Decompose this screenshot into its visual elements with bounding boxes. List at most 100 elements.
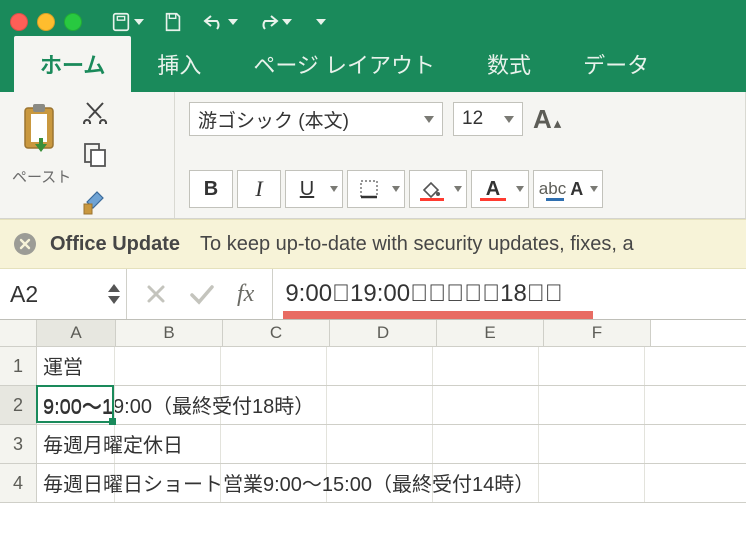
border-icon xyxy=(359,179,379,199)
tab-home[interactable]: ホーム xyxy=(14,36,131,92)
cell-b1[interactable] xyxy=(115,347,221,385)
column-header-c[interactable]: C xyxy=(223,320,330,346)
window-controls xyxy=(10,13,82,31)
chevron-down-icon xyxy=(424,116,434,123)
formula-highlight xyxy=(283,311,593,319)
row-3: 3 毎週月曜定休日 xyxy=(0,425,746,464)
row-header-2[interactable]: 2 xyxy=(0,386,37,424)
font-name-value: 游ゴシック (本文) xyxy=(198,106,349,133)
cell-d2[interactable] xyxy=(327,386,433,424)
font-name-dropdown[interactable]: 游ゴシック (本文) xyxy=(189,102,443,136)
tab-formulas[interactable]: 数式 xyxy=(461,36,557,92)
paste-label: ペースト xyxy=(12,166,71,187)
clipboard-group: ペースト xyxy=(0,92,175,218)
formula-input[interactable]: 9:00￿19:00￿￿￿￿￿18￿￿ xyxy=(273,269,746,319)
cell-a4-text: 毎週日曜日ショート営業9:00～15:00（最終受付14時） xyxy=(43,468,534,497)
cell-c1[interactable] xyxy=(221,347,327,385)
column-header-b[interactable]: B xyxy=(116,320,223,346)
chevron-down-icon xyxy=(504,116,514,123)
cell-f4[interactable] xyxy=(539,464,645,502)
cut-button[interactable] xyxy=(81,100,109,124)
chevron-down-icon xyxy=(516,186,524,192)
cell-a3-text: 毎週月曜定休日 xyxy=(43,429,183,458)
cancel-edit-button[interactable] xyxy=(145,283,167,305)
ribbon: ペースト 游ゴシック (本文) 12 A▴ B I xyxy=(0,92,746,219)
confirm-edit-button[interactable] xyxy=(189,283,215,305)
underline-button[interactable]: U xyxy=(285,170,343,208)
chevron-down-icon xyxy=(392,186,400,192)
cell-f2[interactable] xyxy=(539,386,645,424)
increase-font-size-button[interactable]: A▴ xyxy=(533,104,561,135)
undo-button[interactable] xyxy=(202,12,238,32)
cell-f1[interactable] xyxy=(539,347,645,385)
row-2: 2 9:00～19:00（最終受付18時） 9:00～1 xyxy=(0,386,746,425)
copy-button[interactable] xyxy=(81,142,109,168)
minimize-window-button[interactable] xyxy=(37,13,55,31)
cell-e3[interactable] xyxy=(433,425,539,463)
ribbon-tabs: ホーム 挿入 ページ レイアウト 数式 データ xyxy=(0,44,746,92)
cell-a1-text: 運営 xyxy=(43,351,83,380)
cell-d3[interactable] xyxy=(327,425,433,463)
chevron-down-icon xyxy=(454,186,462,192)
notice-text: To keep up-to-date with security updates… xyxy=(200,233,634,256)
tab-page-layout[interactable]: ページ レイアウト xyxy=(227,36,461,92)
column-header-f[interactable]: F xyxy=(544,320,651,346)
formula-bar: A2 fx 9:00￿19:00￿￿￿￿￿18￿￿ xyxy=(0,269,746,320)
cell-d1[interactable] xyxy=(327,347,433,385)
text-highlight-button[interactable]: abc A xyxy=(533,170,603,208)
office-update-notice: Office Update To keep up-to-date with se… xyxy=(0,219,746,269)
dismiss-notice-button[interactable] xyxy=(14,233,36,255)
close-window-button[interactable] xyxy=(10,13,28,31)
tab-insert[interactable]: 挿入 xyxy=(131,36,227,92)
font-group: 游ゴシック (本文) 12 A▴ B I U xyxy=(175,92,746,218)
formula-value: 9:00￿19:00￿￿￿￿￿18￿￿ xyxy=(285,280,562,308)
column-header-a[interactable]: A xyxy=(37,320,116,346)
tab-data[interactable]: データ xyxy=(557,36,675,92)
cell-c3[interactable] xyxy=(221,425,327,463)
clipboard-icon xyxy=(19,100,65,156)
font-size-dropdown[interactable]: 12 xyxy=(453,102,523,136)
cell-e1[interactable] xyxy=(433,347,539,385)
cell-f3[interactable] xyxy=(539,425,645,463)
save-button[interactable] xyxy=(162,11,184,33)
cell-e2[interactable] xyxy=(433,386,539,424)
close-icon xyxy=(19,238,31,250)
fill-handle[interactable] xyxy=(109,418,116,425)
column-header-e[interactable]: E xyxy=(437,320,544,346)
chevron-down-icon xyxy=(282,19,292,25)
font-color-button[interactable]: A xyxy=(471,170,529,208)
worksheet: A B C D E F 1 運営 2 9:00～19:00（最終受付18時） 9… xyxy=(0,320,746,503)
fill-color-button[interactable] xyxy=(409,170,467,208)
chevron-down-icon xyxy=(134,19,144,25)
autosave-button[interactable] xyxy=(110,11,144,33)
chevron-down-icon xyxy=(330,186,338,192)
chevron-down-icon xyxy=(590,186,598,192)
column-header-d[interactable]: D xyxy=(330,320,437,346)
paint-bucket-icon xyxy=(420,178,442,200)
name-box-stepper[interactable] xyxy=(108,284,120,304)
row-header-1[interactable]: 1 xyxy=(0,347,37,385)
format-painter-button[interactable] xyxy=(81,186,111,216)
border-button[interactable] xyxy=(347,170,405,208)
italic-button[interactable]: I xyxy=(237,170,281,208)
formula-bar-buttons: fx xyxy=(127,269,273,319)
paste-button[interactable]: ペースト xyxy=(12,100,71,187)
zoom-window-button[interactable] xyxy=(64,13,82,31)
font-size-value: 12 xyxy=(462,108,483,130)
row-header-4[interactable]: 4 xyxy=(0,464,37,502)
notice-title: Office Update xyxy=(50,233,180,256)
active-cell-selection xyxy=(36,385,114,423)
chevron-down-icon xyxy=(228,19,238,25)
name-box-value: A2 xyxy=(10,281,38,308)
insert-function-button[interactable]: fx xyxy=(237,281,254,308)
select-all-corner[interactable] xyxy=(0,320,37,346)
row-4: 4 毎週日曜日ショート営業9:00～15:00（最終受付14時） xyxy=(0,464,746,503)
row-header-3[interactable]: 3 xyxy=(0,425,37,463)
quick-access-toolbar xyxy=(110,11,326,33)
bold-button[interactable]: B xyxy=(189,170,233,208)
qat-customize-icon[interactable] xyxy=(316,19,326,25)
redo-button[interactable] xyxy=(256,12,292,32)
column-headers: A B C D E F xyxy=(0,320,746,347)
row-1: 1 運営 xyxy=(0,347,746,386)
name-box[interactable]: A2 xyxy=(0,269,127,319)
